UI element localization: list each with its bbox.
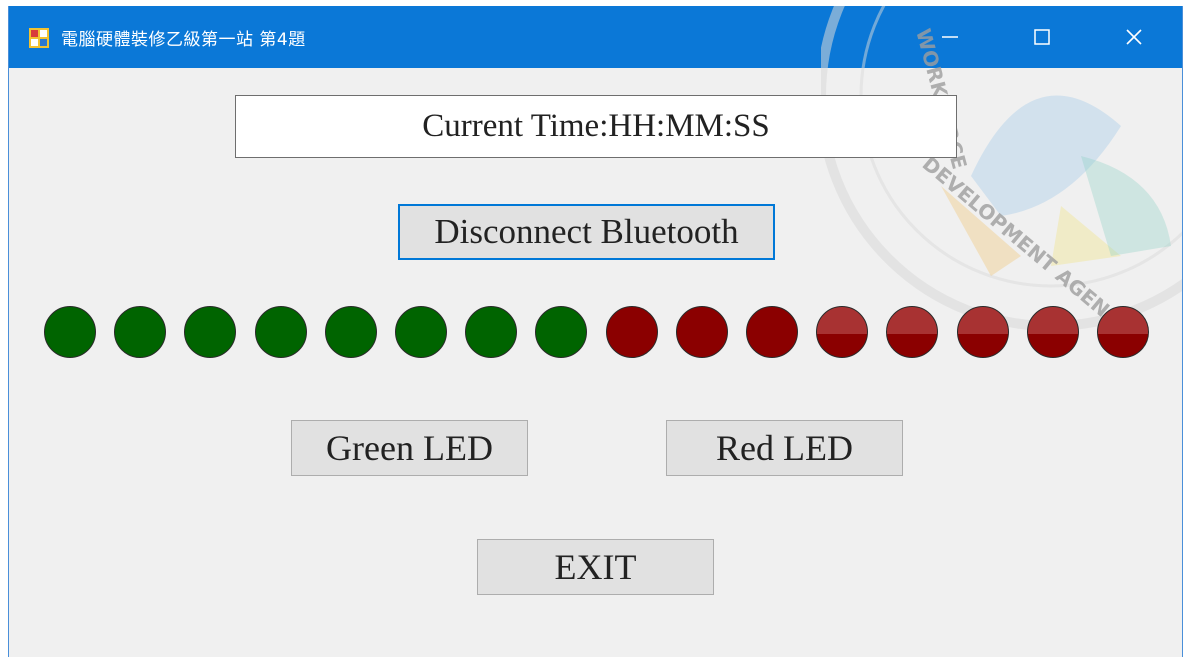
disconnect-bluetooth-button[interactable]: Disconnect Bluetooth <box>398 204 775 260</box>
led-red-16 <box>1097 306 1149 358</box>
app-form-icon <box>29 28 49 48</box>
led-green-2 <box>114 306 167 358</box>
title-bar[interactable]: 電腦硬體裝修乙級第一站 第4題 WORKFORCE DEVELOPMENT AG… <box>9 6 1182 336</box>
led-red-13 <box>886 306 939 358</box>
led-red-12 <box>816 306 869 358</box>
maximize-icon <box>1034 29 1050 45</box>
led-red-9 <box>605 306 658 358</box>
led-red-10 <box>675 306 728 358</box>
minimize-icon <box>942 36 958 38</box>
led-red-15 <box>1026 306 1079 358</box>
led-green-4 <box>254 306 307 358</box>
app-window: 電腦硬體裝修乙級第一站 第4題 WORKFORCE DEVELOPMENT AG… <box>8 6 1183 657</box>
led-green-3 <box>184 306 237 358</box>
led-red-11 <box>746 306 798 358</box>
current-time-display: Current Time:HH:MM:SS <box>235 95 957 158</box>
led-green-7 <box>465 306 518 358</box>
minimize-button[interactable] <box>904 6 996 68</box>
exit-button[interactable]: EXIT <box>477 539 714 595</box>
close-button[interactable] <box>1088 6 1180 68</box>
led-green-8 <box>535 306 588 358</box>
led-red-14 <box>956 306 1009 358</box>
led-green-6 <box>395 306 447 358</box>
green-led-button[interactable]: Green LED <box>291 420 528 476</box>
svg-text:DEVELOPMENT AGENCY, MI: DEVELOPMENT AGENCY, MI <box>918 151 1166 336</box>
window-title: 電腦硬體裝修乙級第一站 第4題 <box>61 30 306 50</box>
maximize-button[interactable] <box>996 6 1088 68</box>
red-led-button[interactable]: Red LED <box>666 420 903 476</box>
led-green-5 <box>324 306 377 358</box>
close-icon <box>1126 29 1142 45</box>
led-green-1 <box>44 306 96 358</box>
